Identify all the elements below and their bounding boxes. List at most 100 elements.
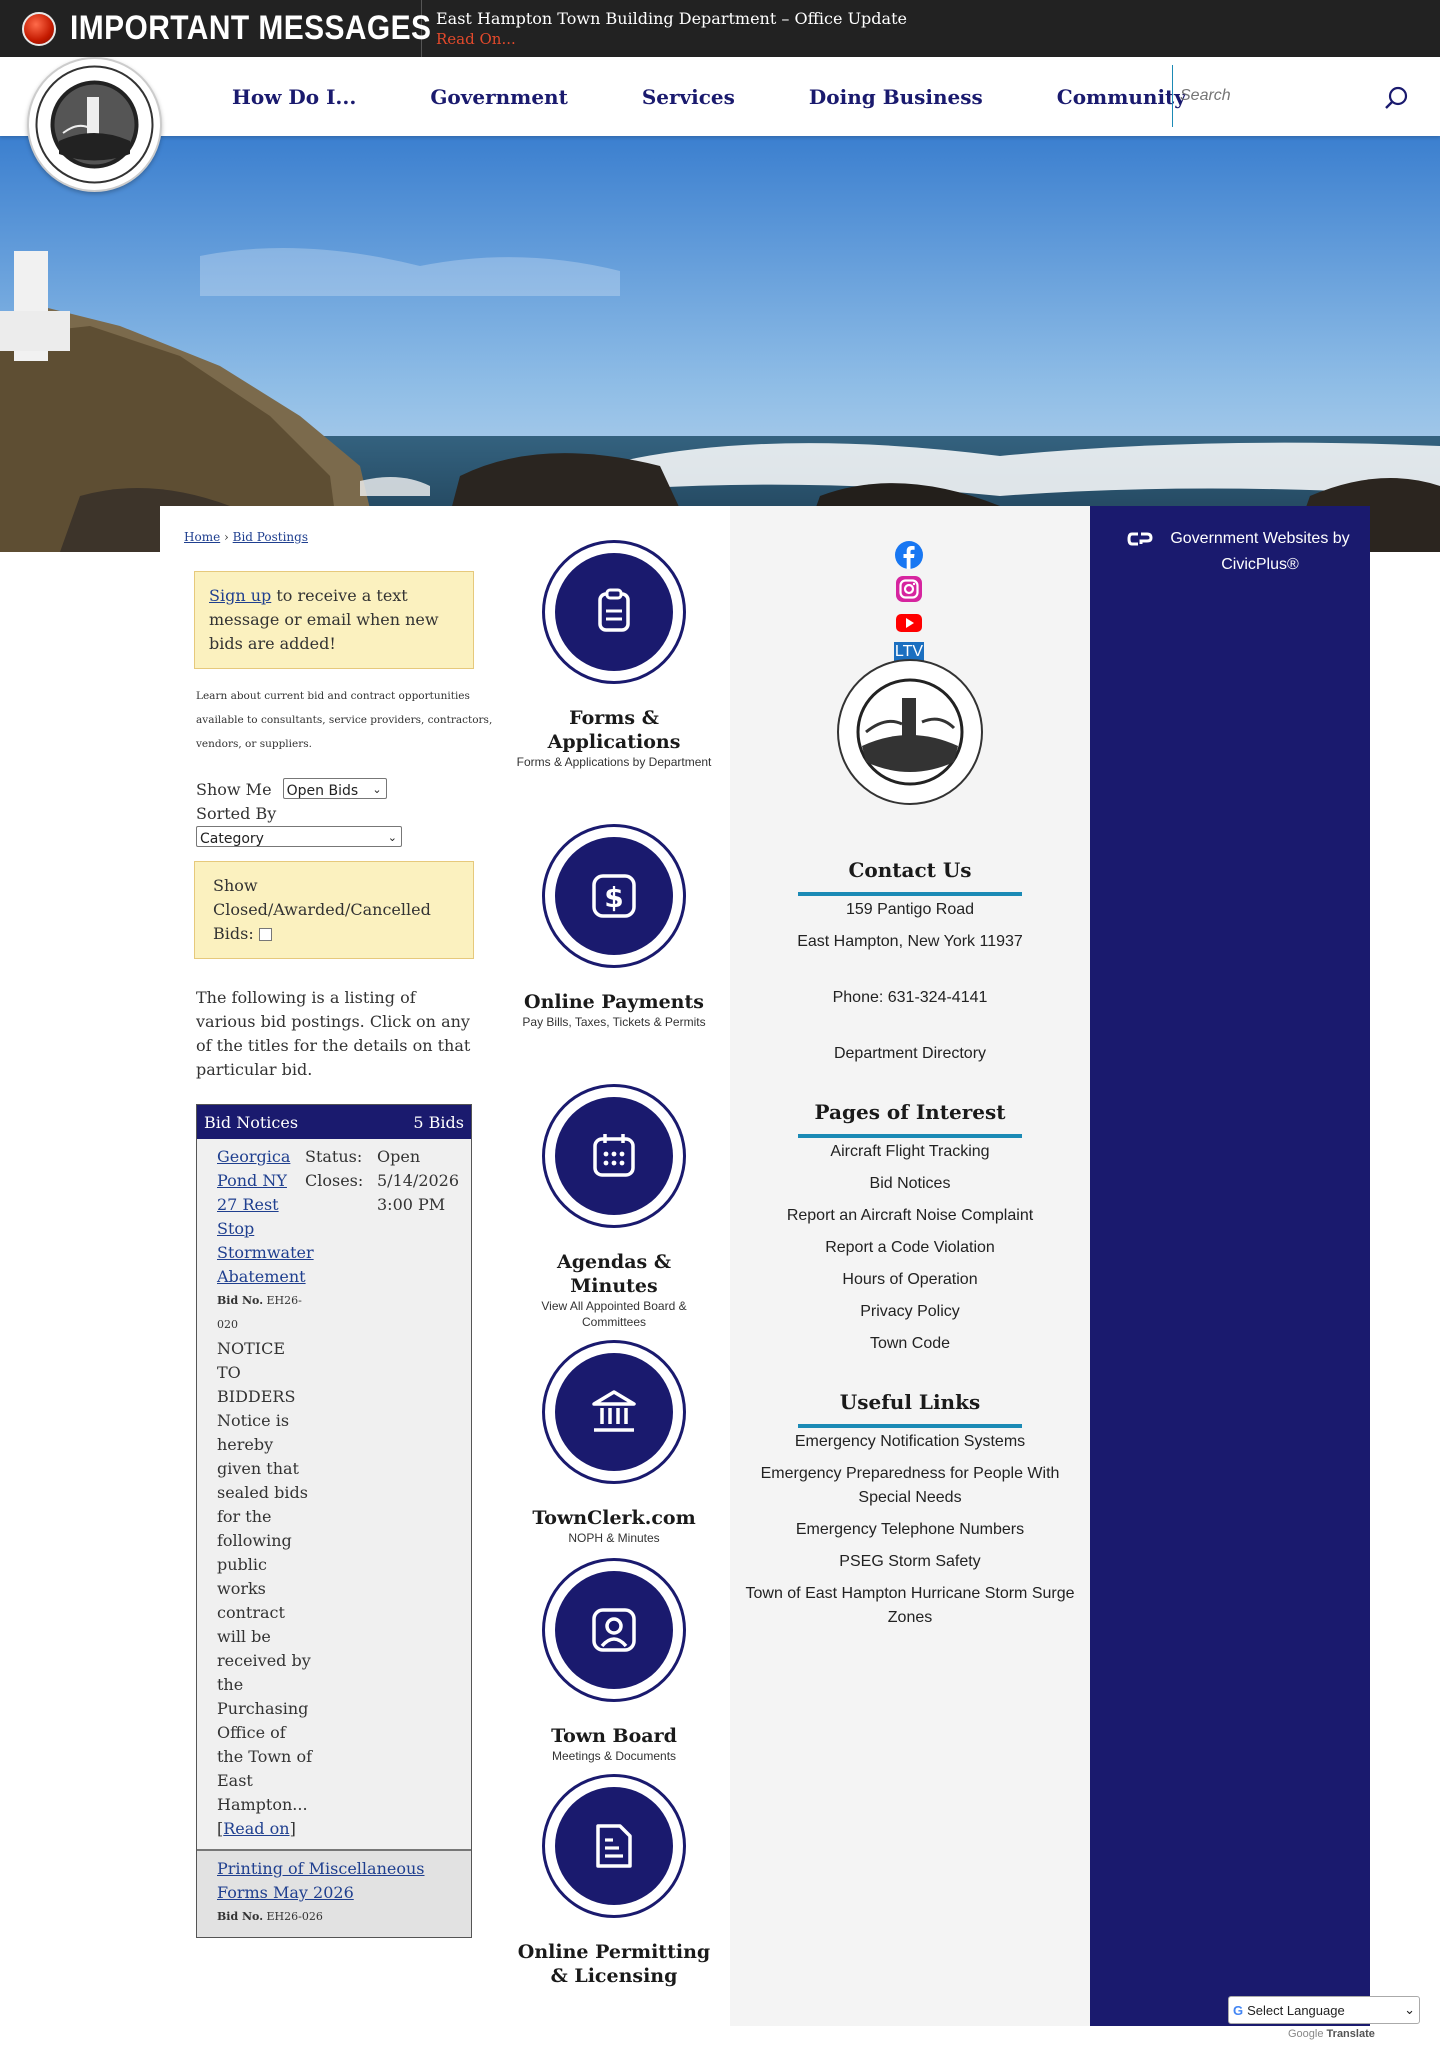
nav-community[interactable]: Community (1057, 85, 1186, 109)
google-translate-credit: Google Translate (1288, 2028, 1375, 2040)
quicklink-circle (542, 1340, 686, 1484)
youtube-icon[interactable] (894, 608, 924, 638)
quicklink-forms-applications[interactable]: Forms & Applications Forms & Application… (514, 540, 714, 770)
show-closed-panel: Show Closed/Awarded/Cancelled Bids: (194, 861, 474, 959)
poi-link[interactable]: Report an Aircraft Noise Complaint (730, 1204, 1090, 1228)
clipboard-icon (598, 588, 630, 632)
contact-phone: Phone: 631-324-4141 (832, 989, 988, 1006)
sorted-by-select[interactable]: Category ⌄ (196, 826, 402, 847)
hero-image (0, 136, 1440, 552)
poi-link[interactable]: Report a Code Violation (730, 1236, 1090, 1260)
contact-address-2: East Hampton, New York 11937 (797, 933, 1023, 950)
useful-links-divider (798, 1424, 1022, 1428)
poi-link[interactable]: Aircraft Flight Tracking (730, 1140, 1090, 1164)
alert-title-link[interactable]: East Hampton Town Building Department – … (436, 8, 907, 29)
bid-number: Bid No. EH26-026 (217, 1905, 457, 1929)
facebook-icon[interactable] (894, 540, 924, 570)
contact-us-divider (798, 892, 1022, 896)
intro-text: Learn about current bid and contract opp… (196, 690, 493, 750)
quicklink-title: Agendas & Minutes (557, 1251, 671, 1297)
show-closed-checkbox[interactable] (258, 928, 272, 941)
translate-label[interactable]: Translate (1327, 2028, 1375, 2040)
bid-item: Georgica Pond NY 27 Rest Stop Stormwater… (197, 1139, 471, 1849)
civicplus-link[interactable]: Government Websites by CivicPlus® (1130, 526, 1360, 578)
bid-number: Bid No. EH26-020 (217, 1289, 307, 1337)
bid-read-on: [Read on] (217, 1819, 296, 1838)
quicklink-subtitle: View All Appointed Board & Committees (541, 1299, 687, 1329)
seal-icon (35, 65, 154, 184)
nav-government[interactable]: Government (430, 85, 568, 109)
useful-link[interactable]: Emergency Notification Systems (730, 1430, 1090, 1454)
calendar-icon (593, 1134, 635, 1177)
poi-link[interactable]: Hours of Operation (730, 1268, 1090, 1292)
quicklink-online-permitting[interactable]: Online Permitting & Licensing (514, 1774, 714, 1988)
bid-number-label: Bid No. (217, 1294, 264, 1307)
useful-link[interactable]: Town of East Hampton Hurricane Storm Sur… (730, 1582, 1090, 1630)
breadcrumb-home-link[interactable]: Home (184, 530, 220, 544)
bid-filters: Show Me Open Bids ⌄ Sorted By Category ⌄ (196, 778, 402, 847)
useful-link[interactable]: PSEG Storm Safety (730, 1550, 1090, 1574)
useful-links-list: Emergency Notification Systems Emergency… (730, 1430, 1090, 1638)
google-g-icon: G (1233, 2002, 1244, 2018)
main-nav: How Do I... Government Services Doing Bu… (195, 57, 1223, 136)
poi-link[interactable]: Privacy Policy (730, 1300, 1090, 1324)
bid-number-label: Bid No. (217, 1910, 264, 1923)
svg-text:$: $ (604, 881, 623, 914)
contact-us-heading: Contact Us (848, 858, 972, 882)
breadcrumb-separator: › (224, 530, 229, 544)
quicklink-townclerk[interactable]: TownClerk.com NOPH & Minutes (514, 1340, 714, 1546)
site-header: How Do I... Government Services Doing Bu… (0, 57, 1440, 136)
quicklink-town-board[interactable]: Town Board Meetings & Documents (514, 1558, 714, 1764)
quicklink-online-payments[interactable]: $ Online Payments Pay Bills, Taxes, Tick… (514, 824, 714, 1030)
bid-item: Printing of Miscellaneous Forms May 2026… (197, 1849, 471, 1937)
quicklink-subtitle: Pay Bills, Taxes, Tickets & Permits (522, 1015, 706, 1029)
bid-read-on-link[interactable]: Read on (223, 1819, 289, 1838)
quicklink-title: Online Permitting & Licensing (517, 1941, 711, 1987)
pages-of-interest-divider (798, 1134, 1022, 1138)
bid-postings-content: Home › Bid Postings Sign up to receive a… (160, 506, 730, 2026)
quicklink-subtitle: Meetings & Documents (551, 1749, 677, 1763)
instagram-icon[interactable] (894, 574, 924, 604)
person-icon (592, 1608, 636, 1652)
translate-select-value: Select Language (1247, 2002, 1345, 2018)
quicklink-circle (542, 1558, 686, 1702)
signup-notice: Sign up to receive a text message or ema… (194, 571, 474, 669)
alert-read-on-link[interactable]: Read On... (436, 29, 907, 50)
bid-title-link[interactable]: Printing of Miscellaneous Forms May 2026 (217, 1857, 437, 1905)
search-input[interactable] (1180, 79, 1380, 113)
bid-count: 5 Bids (413, 1112, 464, 1132)
bid-closes: 5/14/2026 (377, 1171, 460, 1190)
quicklink-circle (542, 1774, 686, 1918)
quicklink-title: Online Payments (524, 991, 704, 1013)
show-me-select[interactable]: Open Bids ⌄ (282, 778, 387, 799)
poi-link[interactable]: Town Code (730, 1332, 1090, 1356)
quicklink-agendas-minutes[interactable]: Agendas & Minutes View All Appointed Boa… (514, 1084, 714, 1330)
search-divider (1172, 65, 1173, 127)
bid-close-time: 3:00 PM (377, 1195, 446, 1214)
chevron-down-icon: ⌄ (1404, 2002, 1415, 2017)
bid-notices-table: Bid Notices 5 Bids Georgica Pond NY 27 R… (196, 1104, 472, 1938)
google-translate-select[interactable]: G Select Language ⌄ (1228, 1996, 1420, 2024)
bid-notices-title: Bid Notices (204, 1112, 299, 1132)
town-seal-logo[interactable] (27, 57, 162, 192)
signup-link[interactable]: Sign up (209, 586, 271, 605)
breadcrumb-current-link[interactable]: Bid Postings (233, 530, 308, 544)
breadcrumb: Home › Bid Postings (184, 530, 308, 544)
useful-link[interactable]: Emergency Telephone Numbers (730, 1518, 1090, 1542)
town-seal-image (837, 659, 983, 805)
quicklink-title: Town Board (551, 1725, 677, 1747)
document-icon (596, 1824, 632, 1868)
useful-link[interactable]: Emergency Preparedness for People With S… (730, 1462, 1090, 1510)
nav-doing-business[interactable]: Doing Business (809, 85, 983, 109)
nav-how-do-i[interactable]: How Do I... (232, 85, 356, 109)
bid-description: NOTICE TO BIDDERS Notice is hereby given… (217, 1339, 312, 1814)
important-messages-bar: IMPORTANT MESSAGES East Hampton Town Bui… (0, 0, 1440, 57)
dollar-icon: $ (592, 874, 636, 918)
poi-link[interactable]: Bid Notices (730, 1172, 1090, 1196)
pages-of-interest-heading: Pages of Interest (814, 1100, 1006, 1124)
department-directory-link[interactable]: Department Directory (730, 1042, 1090, 1066)
nav-services[interactable]: Services (642, 85, 735, 109)
bid-title-link[interactable]: Georgica Pond NY 27 Rest Stop Stormwater… (217, 1145, 314, 1289)
search-icon[interactable] (1384, 85, 1410, 111)
alert-message: East Hampton Town Building Department – … (436, 8, 907, 50)
